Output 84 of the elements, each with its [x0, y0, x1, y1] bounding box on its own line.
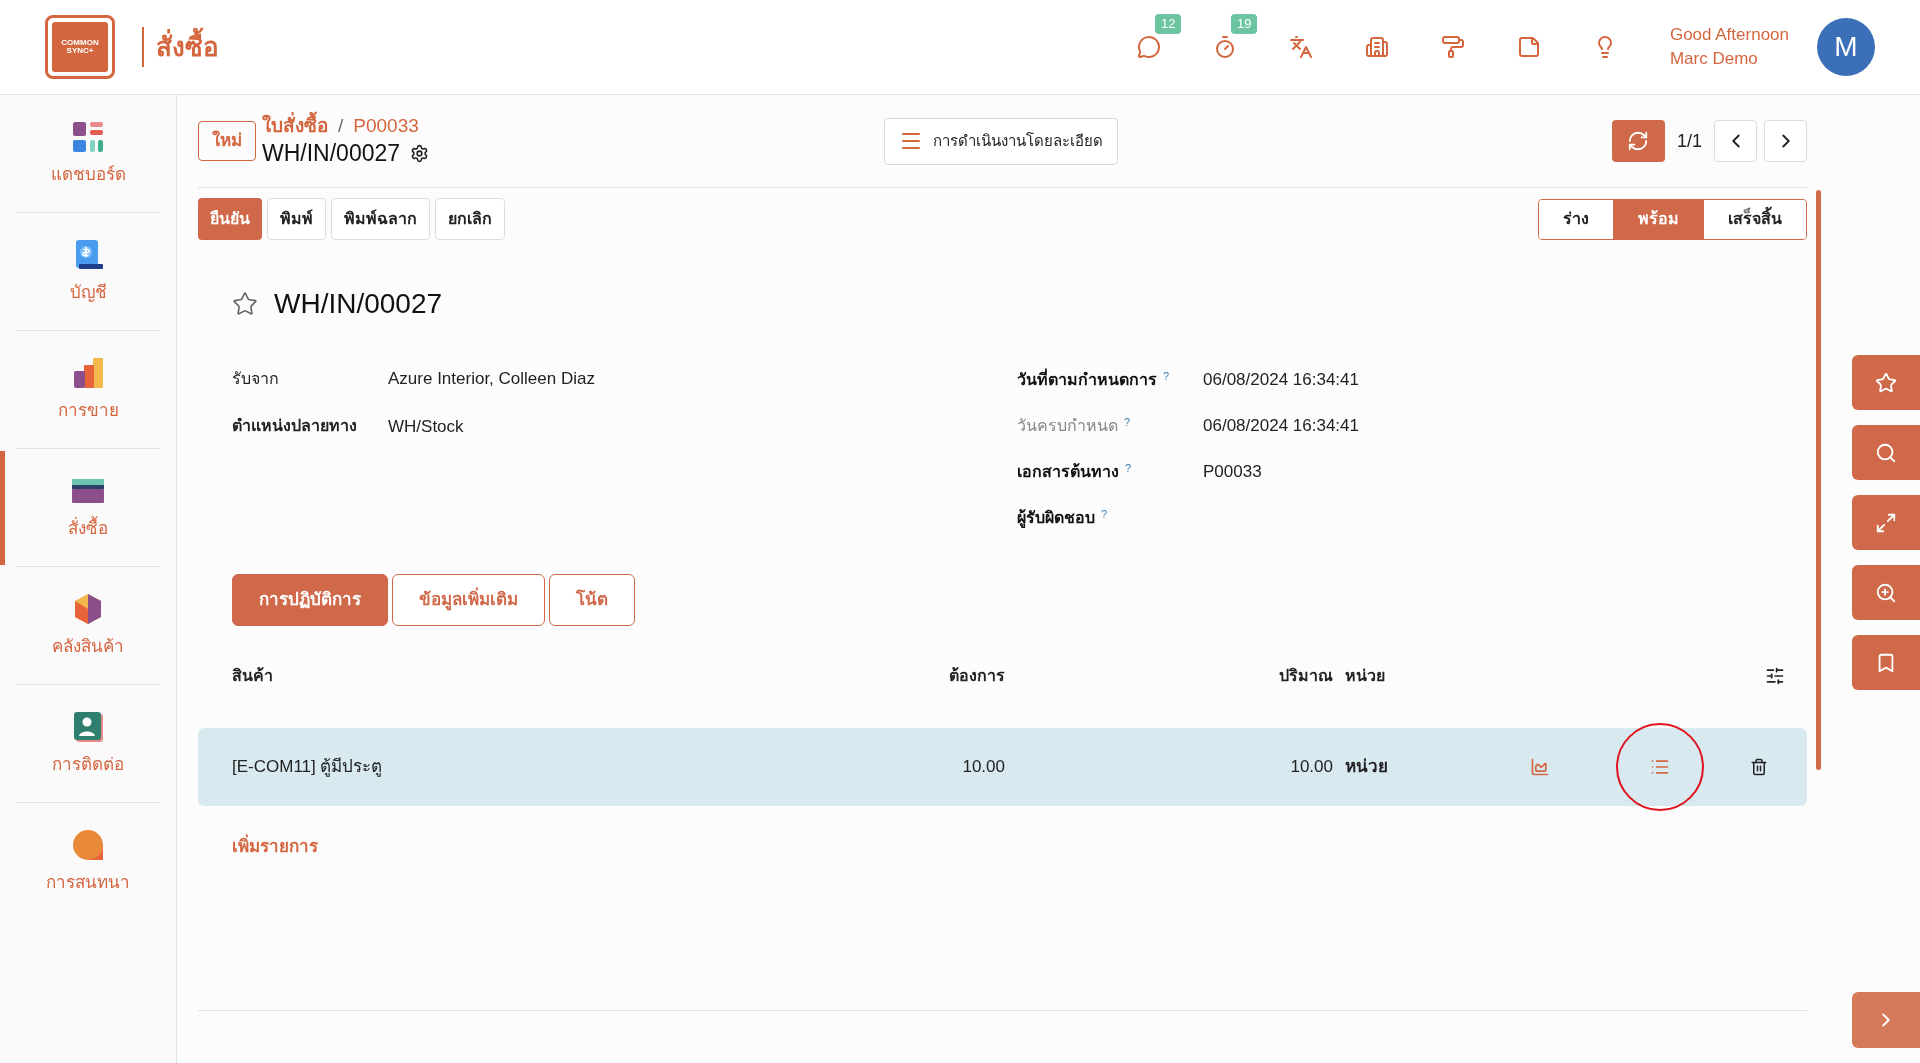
action-button[interactable]: ยืนยัน: [198, 198, 262, 240]
help-tooltip[interactable]: ?: [1124, 414, 1131, 431]
breadcrumb-link[interactable]: P00033: [353, 114, 419, 138]
sidebar-item[interactable]: การติดต่อ: [17, 685, 159, 803]
actions-menu-button[interactable]: การดำเนินงานโดยละเอียด: [883, 117, 1118, 165]
scrollbar[interactable]: [1815, 190, 1821, 770]
count-badge: 12: [1154, 13, 1182, 34]
help-tooltip[interactable]: ?: [1163, 368, 1170, 385]
star-tool-button[interactable]: [1852, 355, 1920, 410]
action-button[interactable]: ยกเลิก: [435, 198, 505, 240]
logo-text: COMMON: [61, 39, 99, 47]
column-header: หน่วย: [1344, 666, 1386, 686]
logo-text: SYNC+: [66, 47, 94, 55]
status-step[interactable]: พร้อม: [1613, 199, 1703, 239]
note-icon: [1517, 35, 1542, 59]
tab[interactable]: ข้อมูลเพิ่มเติม: [392, 574, 545, 626]
bookmark-tool-button[interactable]: [1852, 635, 1920, 690]
next-button[interactable]: [1764, 120, 1807, 162]
contact-card-icon: [71, 709, 105, 744]
translate-icon: [1289, 35, 1314, 59]
previous-button[interactable]: [1714, 120, 1757, 162]
sidebar-item[interactable]: การขาย: [17, 331, 159, 449]
details-icon[interactable]: [1650, 757, 1670, 777]
status-step[interactable]: เสร็จสิ้น: [1703, 199, 1806, 239]
record-name: WH/IN/00027: [262, 139, 401, 168]
field-label: รับจาก: [232, 368, 280, 389]
tab[interactable]: การปฏิบัติการ: [232, 574, 388, 626]
settings-icon[interactable]: [410, 143, 430, 163]
field-label: วันครบกำหนด: [1017, 416, 1118, 436]
logo[interactable]: COMMON SYNC+: [45, 15, 115, 79]
sidebar-item[interactable]: บัญชี: [17, 213, 159, 331]
field-value: P00033: [1203, 461, 1262, 484]
delete-icon[interactable]: [1750, 758, 1768, 776]
help-tooltip[interactable]: ?: [1101, 506, 1108, 523]
table-cell-text: [E-COM11] ตู้มีประตู: [232, 756, 384, 779]
pager-counter: 1/1: [1676, 129, 1702, 153]
refresh-button[interactable]: [1611, 120, 1665, 162]
field-value: Azure Interior, Colleen Diaz: [388, 368, 595, 390]
table-cell-text: 10.00: [1289, 756, 1333, 779]
column-header: ต้องการ: [948, 666, 1005, 686]
forecast-icon[interactable]: [1530, 757, 1550, 777]
help-tooltip[interactable]: ?: [1125, 460, 1132, 477]
column-header: สินค้า: [232, 666, 274, 686]
bar-chart-icon: [71, 355, 105, 390]
field-label: วันที่ตามกำหนดการ: [1017, 368, 1157, 392]
paint-roller-icon: [1441, 35, 1466, 59]
action-button[interactable]: พิมพ์ฉลาก: [331, 198, 430, 240]
expand-icon: [1875, 511, 1897, 534]
tab[interactable]: โน้ต: [549, 574, 635, 626]
breadcrumb-separator: /: [338, 114, 344, 138]
action-button[interactable]: พิมพ์: [267, 198, 326, 240]
sidebar-item[interactable]: แดชบอร์ด: [17, 95, 159, 213]
table-cell-text: 10.00: [961, 756, 1005, 779]
sidebar-item[interactable]: สั่งซื้อ: [17, 449, 159, 567]
column-settings-icon[interactable]: [1765, 666, 1785, 686]
star-icon: [1875, 371, 1897, 394]
app-title: สั่งซื้อ: [156, 27, 219, 67]
record-title: WH/IN/00027: [274, 287, 443, 321]
table-cell-text: หน่วย: [1344, 756, 1389, 779]
field-label: ตำแหน่งปลายทาง: [232, 416, 358, 437]
field-label: ผู้รับผิดชอบ: [1017, 508, 1095, 530]
chat-icon: [1137, 35, 1162, 59]
zoom-in-tool-button[interactable]: [1852, 565, 1920, 620]
zoom-in-icon: [1875, 581, 1897, 604]
field-value: WH/Stock: [388, 415, 464, 438]
field-value: 06/08/2024 16:34:41: [1203, 369, 1359, 392]
field-label: เอกสารต้นทาง: [1017, 462, 1119, 482]
new-button[interactable]: ใหม่: [198, 121, 256, 161]
refresh-icon: [1627, 130, 1650, 152]
greeting: Good Afternoon: [1669, 24, 1789, 46]
chat-bubble-icon: [71, 828, 105, 863]
count-badge: 19: [1230, 13, 1258, 34]
sidebar-item[interactable]: การสนทนา: [17, 803, 159, 921]
dashboard-icon: [71, 119, 105, 154]
search-tool-button[interactable]: [1852, 425, 1920, 480]
sidebar-item[interactable]: คลังสินค้า: [17, 567, 159, 685]
user-name: Marc Demo: [1669, 48, 1759, 70]
expand-tool-button[interactable]: [1852, 495, 1920, 550]
search-icon: [1875, 441, 1897, 464]
building-icon: [1365, 35, 1390, 59]
column-header: ปริมาณ: [1278, 666, 1333, 686]
favorite-star-icon[interactable]: [232, 291, 258, 317]
avatar[interactable]: M: [1817, 18, 1875, 76]
field-value: 06/08/2024 16:34:41: [1203, 415, 1359, 438]
